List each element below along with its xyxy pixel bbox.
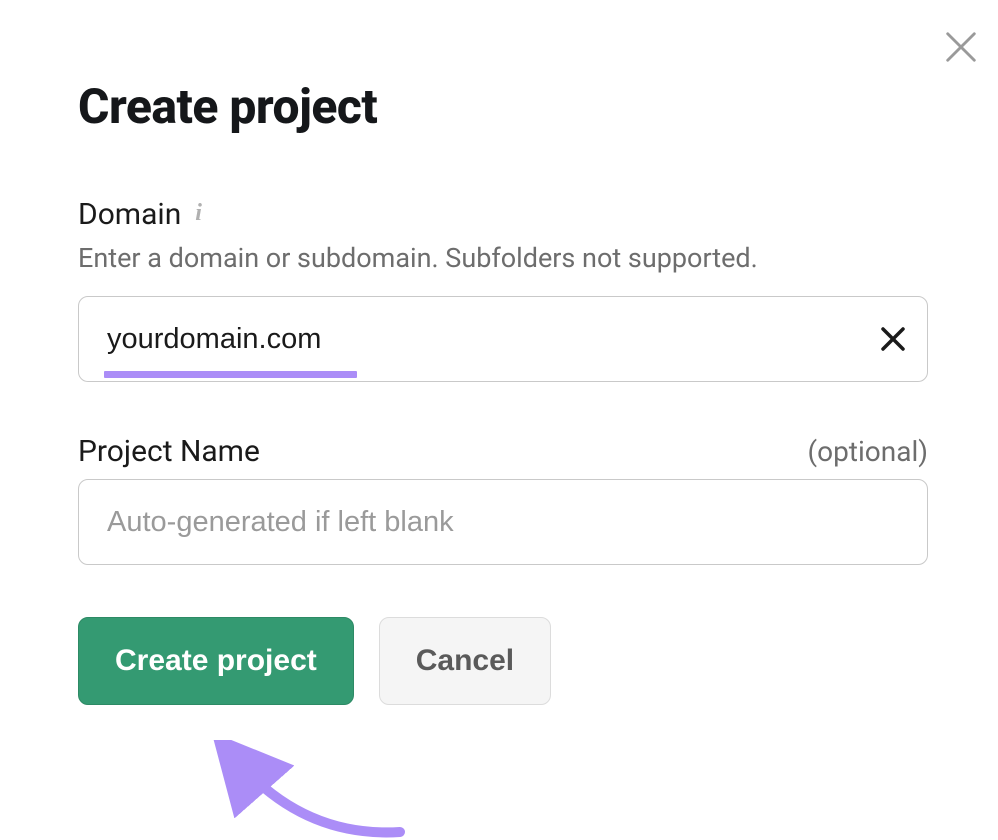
dialog-actions: Create project Cancel (78, 617, 928, 705)
domain-help-text: Enter a domain or subdomain. Subfolders … (78, 242, 928, 274)
domain-highlight (104, 371, 357, 378)
info-icon[interactable]: i (195, 201, 202, 225)
clear-icon (880, 326, 906, 352)
optional-label: (optional) (808, 435, 928, 468)
cancel-button[interactable]: Cancel (379, 617, 551, 705)
create-project-button[interactable]: Create project (78, 617, 354, 705)
close-button[interactable] (942, 28, 980, 70)
domain-input[interactable] (78, 296, 928, 382)
dialog-title: Create project (78, 78, 928, 135)
domain-label: Domain (78, 197, 181, 232)
annotation-arrow-icon (190, 740, 430, 840)
clear-domain-button[interactable] (880, 326, 906, 352)
project-name-label: Project Name (78, 434, 260, 469)
domain-field-group: Domain i Enter a domain or subdomain. Su… (78, 197, 928, 382)
close-icon (942, 28, 980, 66)
project-name-input[interactable] (78, 479, 928, 565)
create-project-dialog: Create project Domain i Enter a domain o… (0, 0, 998, 705)
project-name-field-group: Project Name (optional) (78, 434, 928, 565)
